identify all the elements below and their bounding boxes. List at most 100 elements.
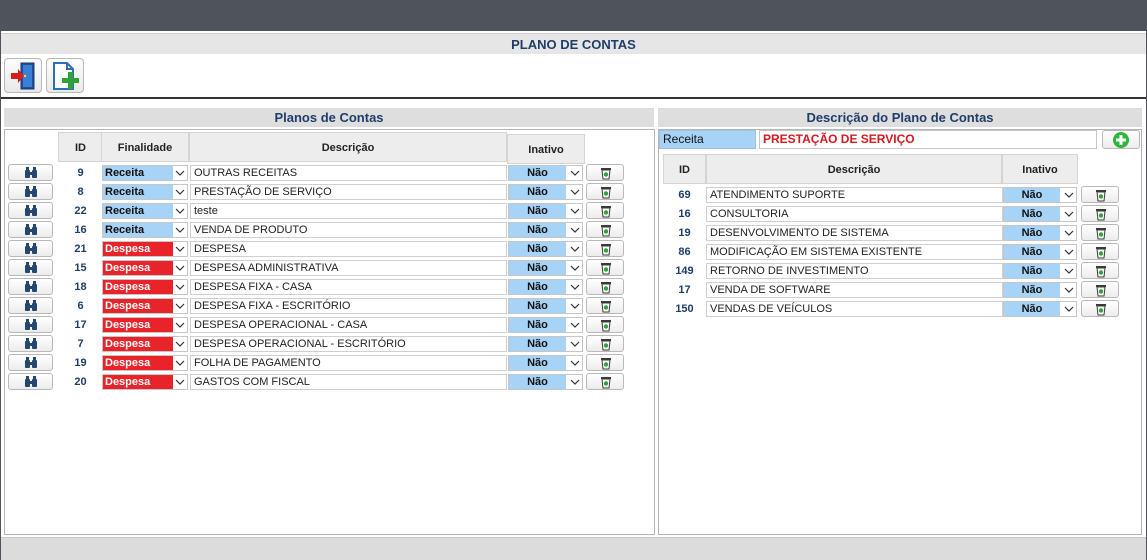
delete-button[interactable]: [586, 354, 624, 371]
finalidade-select[interactable]: Despesa: [102, 241, 188, 257]
col-header-descricao: Descrição: [189, 132, 507, 162]
finalidade-select[interactable]: Despesa: [102, 298, 188, 314]
view-button[interactable]: [8, 259, 53, 276]
view-button[interactable]: [8, 373, 53, 390]
view-button[interactable]: [8, 202, 53, 219]
inativo-value: Não: [509, 318, 566, 332]
delete-button[interactable]: [586, 240, 624, 257]
row-id: 8: [77, 186, 84, 198]
descricao-input[interactable]: VENDA DE PRODUTO: [190, 222, 507, 238]
view-button[interactable]: [8, 354, 53, 371]
finalidade-select[interactable]: Despesa: [102, 374, 188, 390]
descricao-input[interactable]: DESPESA OPERACIONAL - CASA: [190, 317, 507, 333]
delete-button[interactable]: [586, 164, 624, 181]
chevron-down-icon: [175, 360, 185, 366]
finalidade-select[interactable]: Receita: [102, 165, 188, 181]
delete-button[interactable]: [1081, 262, 1119, 279]
descricao-input[interactable]: DESENVOLVIMENTO DE SISTEMA: [706, 225, 1003, 241]
finalidade-select[interactable]: Despesa: [102, 260, 188, 276]
inativo-select[interactable]: Não: [508, 241, 583, 257]
inativo-select[interactable]: Não: [508, 260, 583, 276]
inativo-select[interactable]: Não: [1003, 206, 1077, 222]
inativo-select[interactable]: Não: [508, 374, 583, 390]
add-item-button[interactable]: [1102, 130, 1140, 149]
descricao-input[interactable]: DESPESA OPERACIONAL - ESCRITÓRIO: [190, 336, 507, 352]
view-button[interactable]: [8, 335, 53, 352]
descricao-input[interactable]: ATENDIMENTO SUPORTE: [706, 187, 1003, 203]
inativo-select[interactable]: Não: [508, 203, 583, 219]
inativo-select[interactable]: Não: [1003, 263, 1077, 279]
finalidade-select[interactable]: Despesa: [102, 336, 188, 352]
descricao-input[interactable]: teste: [190, 203, 507, 219]
finalidade-select[interactable]: Despesa: [102, 317, 188, 333]
inativo-select[interactable]: Não: [508, 336, 583, 352]
delete-button[interactable]: [586, 278, 624, 295]
descricao-input[interactable]: DESPESA ADMINISTRATIVA: [190, 260, 507, 276]
inativo-select[interactable]: Não: [508, 184, 583, 200]
delete-button[interactable]: [586, 259, 624, 276]
delete-button[interactable]: [1081, 186, 1119, 203]
delete-button[interactable]: [586, 183, 624, 200]
view-button[interactable]: [8, 240, 53, 257]
finalidade-value: Receita: [103, 185, 173, 199]
delete-button[interactable]: [586, 221, 624, 238]
view-button[interactable]: [8, 297, 53, 314]
view-button[interactable]: [8, 183, 53, 200]
descricao-input[interactable]: VENDA DE SOFTWARE: [706, 282, 1003, 298]
inativo-select[interactable]: Não: [508, 317, 583, 333]
delete-button[interactable]: [1081, 205, 1119, 222]
delete-button[interactable]: [1081, 243, 1119, 260]
chevron-down-icon: [570, 227, 580, 233]
chevron-down-icon: [1064, 211, 1074, 217]
inativo-select[interactable]: Não: [508, 222, 583, 238]
new-plan-button[interactable]: [46, 58, 84, 93]
delete-button[interactable]: [1081, 281, 1119, 298]
inativo-select[interactable]: Não: [1003, 244, 1077, 260]
descricao-input[interactable]: MODIFICAÇÃO EM SISTEMA EXISTENTE: [706, 244, 1003, 260]
inativo-select[interactable]: Não: [1003, 301, 1077, 317]
chevron-down-icon: [175, 265, 185, 271]
chevron-down-icon: [570, 322, 580, 328]
inativo-select[interactable]: Não: [1003, 282, 1077, 298]
inativo-select[interactable]: Não: [508, 279, 583, 295]
inativo-select[interactable]: Não: [1003, 225, 1077, 241]
delete-button[interactable]: [586, 297, 624, 314]
delete-button[interactable]: [586, 335, 624, 352]
finalidade-select[interactable]: Despesa: [102, 355, 188, 371]
inativo-value: Não: [509, 261, 566, 275]
finalidade-value: Receita: [103, 166, 173, 180]
descricao-input[interactable]: OUTRAS RECEITAS: [190, 165, 507, 181]
delete-button[interactable]: [586, 316, 624, 333]
view-button[interactable]: [8, 164, 53, 181]
descricao-input[interactable]: VENDAS DE VEÍCULOS: [706, 301, 1003, 317]
finalidade-select[interactable]: Receita: [102, 203, 188, 219]
view-button[interactable]: [8, 278, 53, 295]
delete-button[interactable]: [586, 373, 624, 390]
inativo-select[interactable]: Não: [1003, 187, 1077, 203]
inativo-value: Não: [509, 375, 566, 389]
delete-button[interactable]: [1081, 224, 1119, 241]
inativo-select[interactable]: Não: [508, 355, 583, 371]
descricao-input[interactable]: PRESTAÇÃO DE SERVIÇO: [190, 184, 507, 200]
trash-icon: [1096, 266, 1106, 278]
descricao-input[interactable]: DESPESA: [190, 241, 507, 257]
finalidade-select[interactable]: Receita: [102, 222, 188, 238]
inativo-select[interactable]: Não: [508, 165, 583, 181]
descricao-input[interactable]: FOLHA DE PAGAMENTO: [190, 355, 507, 371]
finalidade-select[interactable]: Despesa: [102, 279, 188, 295]
delete-button[interactable]: [586, 202, 624, 219]
chevron-down-icon: [570, 303, 580, 309]
view-button[interactable]: [8, 221, 53, 238]
descricao-input[interactable]: DESPESA FIXA - ESCRITÓRIO: [190, 298, 507, 314]
descricao-input[interactable]: GASTOS COM FISCAL: [190, 374, 507, 390]
delete-button[interactable]: [1081, 300, 1119, 317]
view-button[interactable]: [8, 316, 53, 333]
status-bar: [1, 537, 1146, 560]
descricao-input[interactable]: RETORNO DE INVESTIMENTO: [706, 263, 1003, 279]
finalidade-select[interactable]: Receita: [102, 184, 188, 200]
inativo-select[interactable]: Não: [508, 298, 583, 314]
exit-button[interactable]: [4, 58, 42, 93]
descricao-input[interactable]: DESPESA FIXA - CASA: [190, 279, 507, 295]
descricao-input[interactable]: CONSULTORIA: [706, 206, 1003, 222]
finalidade-value: Despesa: [103, 337, 173, 351]
